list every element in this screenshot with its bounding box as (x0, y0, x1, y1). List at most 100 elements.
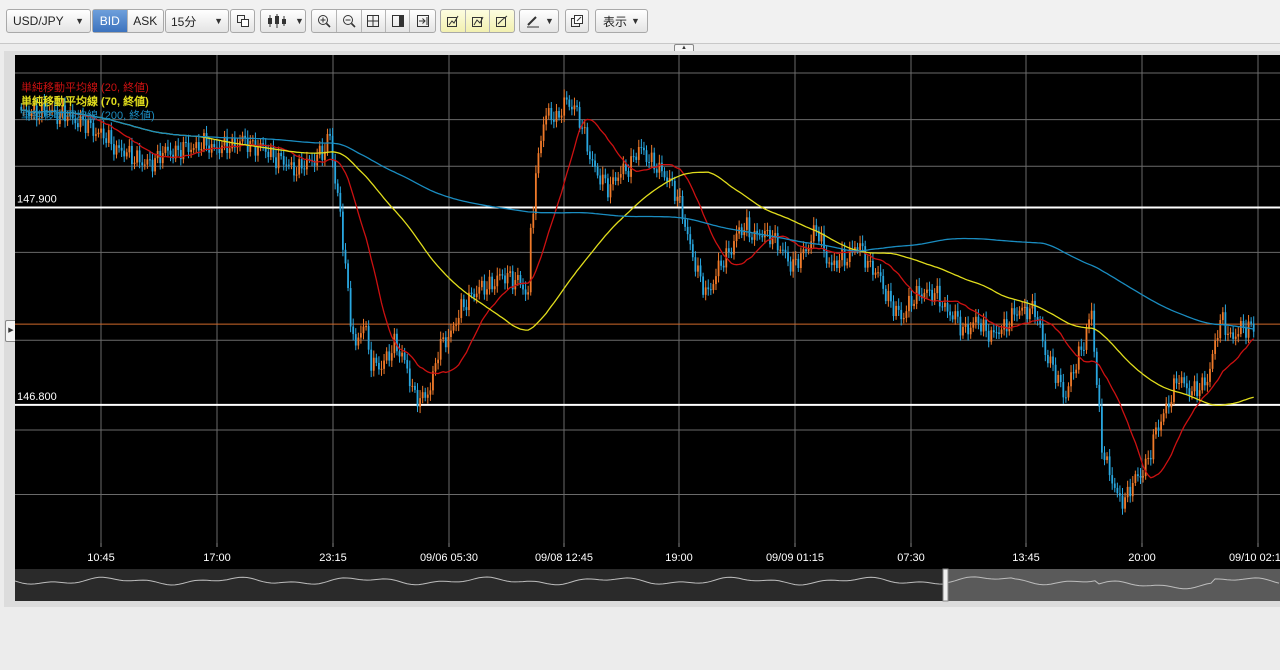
candle (967, 324, 970, 335)
navigator[interactable] (15, 568, 1280, 602)
candle (964, 324, 967, 327)
candle (763, 230, 766, 238)
candle (998, 332, 1000, 335)
candle (727, 248, 730, 253)
candle (110, 130, 113, 145)
candle (707, 287, 710, 290)
candle (949, 311, 952, 316)
timeframe-select[interactable]: 15分 ▼ (165, 9, 229, 33)
toolbar: USD/JPY ▼ BID ASK 15分 ▼ ▼ ▼ 表示 ▼ (0, 0, 1280, 44)
candle (136, 150, 138, 163)
candle (185, 141, 187, 143)
ask-button[interactable]: ASK (128, 10, 163, 32)
candle (702, 276, 705, 295)
candle (470, 292, 473, 295)
candle (133, 162, 136, 165)
candle (1198, 390, 1201, 397)
candle (1188, 388, 1191, 396)
candle (282, 156, 285, 165)
candle (787, 251, 789, 262)
candle (1101, 406, 1103, 453)
candle (1175, 378, 1178, 384)
candle (334, 161, 337, 184)
candle (254, 140, 257, 156)
candle (1160, 421, 1162, 431)
candle (599, 175, 602, 185)
candle (1021, 307, 1024, 311)
candle (828, 262, 831, 264)
candle (1229, 332, 1232, 334)
symbol-select[interactable]: USD/JPY ▼ (6, 9, 91, 33)
bid-button[interactable]: BID (93, 10, 128, 32)
candle (267, 151, 270, 158)
candle (113, 144, 115, 155)
candle (197, 142, 200, 151)
zoom-out-button[interactable] (337, 10, 362, 32)
candle (457, 317, 460, 325)
candle (295, 174, 298, 176)
trendline-edit-button[interactable] (466, 10, 491, 32)
chevron-down-icon: ▼ (545, 16, 554, 26)
candle (676, 196, 679, 201)
candle (97, 132, 100, 135)
candle (177, 145, 180, 151)
candle (712, 284, 715, 291)
pen-tool-select[interactable]: ▼ (519, 9, 559, 33)
candle (887, 290, 890, 302)
panel-button[interactable] (386, 10, 411, 32)
candle (555, 111, 558, 122)
candle (529, 227, 532, 293)
candle (820, 233, 823, 242)
x-tick-label: 13:45 (1012, 552, 1040, 564)
candle (1155, 427, 1157, 435)
candle (733, 241, 735, 255)
candle (938, 285, 941, 307)
candle (249, 140, 252, 152)
candle (766, 230, 769, 232)
candle (151, 159, 154, 172)
candle (954, 311, 957, 320)
navigator-window (945, 569, 1280, 601)
display-menu[interactable]: 表示 ▼ (595, 9, 648, 33)
candle (753, 230, 756, 240)
candle (550, 108, 553, 120)
candle (1085, 328, 1088, 350)
candle (498, 274, 501, 276)
candle (872, 260, 874, 275)
zoom-in-button[interactable] (312, 10, 337, 32)
candle (290, 162, 293, 165)
candle (627, 170, 630, 177)
legend-item: 単純移動平均線 (70, 終値) (21, 94, 149, 108)
price-chart[interactable]: 単純移動平均線 (20, 終値)単純移動平均線 (70, 終値)単純移動平均線 … (15, 55, 1280, 605)
popout-button[interactable] (565, 9, 589, 33)
candle (128, 145, 131, 153)
candle (918, 286, 921, 295)
candle (1005, 319, 1008, 332)
duplicate-button[interactable] (230, 9, 255, 33)
chart-type-select[interactable]: ▼ (260, 9, 306, 33)
candle (434, 363, 437, 372)
candle (421, 392, 424, 399)
candle (730, 252, 733, 255)
candle (354, 334, 357, 346)
candle (1250, 321, 1253, 324)
candle (414, 385, 416, 390)
trendline-delete-button[interactable] (490, 10, 514, 32)
candle (360, 333, 362, 338)
crosshair-button[interactable] (362, 10, 387, 32)
candle (1162, 413, 1165, 422)
scroll-end-button[interactable] (410, 10, 435, 32)
candle (524, 289, 527, 295)
candle (985, 319, 988, 331)
candle (1003, 319, 1006, 330)
trendline-add-button[interactable] (441, 10, 466, 32)
candle (619, 174, 622, 178)
candle (164, 146, 167, 153)
candle (501, 274, 504, 276)
candle (859, 243, 861, 251)
candle (1018, 310, 1021, 316)
candle (473, 294, 476, 298)
candle (589, 151, 591, 160)
candle (493, 286, 496, 290)
candle (475, 293, 478, 298)
